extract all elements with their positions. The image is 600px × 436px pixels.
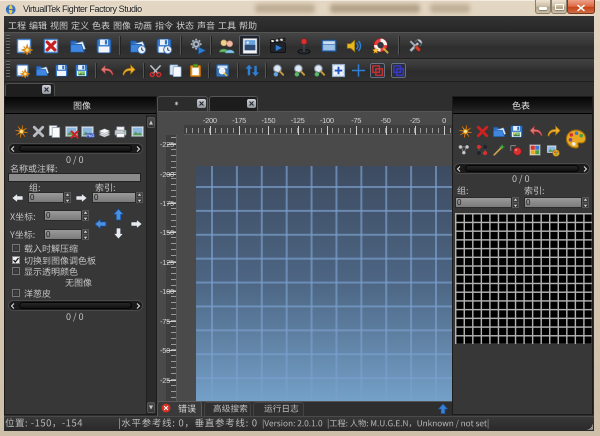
svg-text:PNG: PNG bbox=[86, 134, 94, 138]
